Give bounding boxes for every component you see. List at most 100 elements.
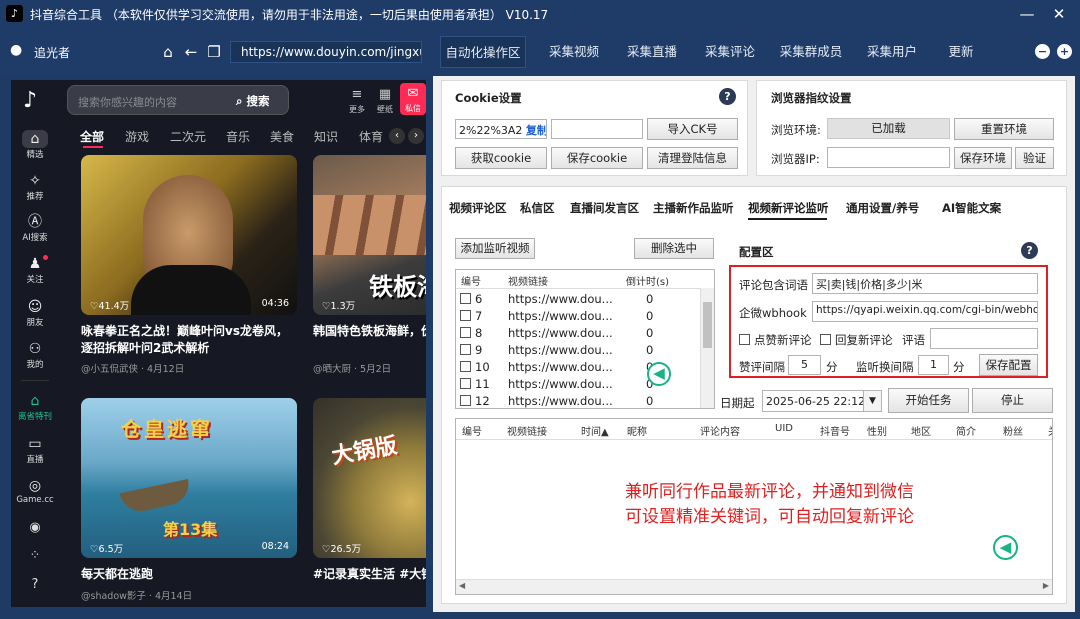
video-card[interactable]: ♡41.4万 04:36 咏春拳正名之战！巅峰叶问vs龙卷风，逐招拆解叶问2武术… xyxy=(81,155,297,380)
rail-item-follow[interactable]: ♟ 关注 xyxy=(13,255,57,285)
subtab-private-message[interactable]: 私信区 xyxy=(520,200,555,216)
plus-icon[interactable]: + xyxy=(1057,44,1072,59)
table-row[interactable]: 8 https://www.dou... 0 xyxy=(460,326,700,340)
column-header[interactable]: 粉丝 xyxy=(1003,423,1023,438)
like-new-checkbox[interactable]: 点赞新评论 xyxy=(739,332,812,348)
horizontal-scrollbar[interactable]: ◀ ▶ xyxy=(456,579,1052,594)
column-header[interactable]: 抖音号 xyxy=(820,423,850,438)
tab-automation[interactable]: 自动化操作区 xyxy=(440,36,526,68)
save-config-button[interactable]: 保存配置 xyxy=(979,354,1038,376)
reset-env-button[interactable]: 重置环境 xyxy=(954,118,1054,140)
douyin-search-box[interactable]: 搜索你感兴趣的内容 ⌕ 搜索 xyxy=(67,85,289,115)
tab-collect-comments[interactable]: 采集评论 xyxy=(696,36,764,68)
message-button[interactable]: ✉ 私信 xyxy=(400,83,426,115)
scroll-left-icon[interactable]: ◀ xyxy=(459,581,465,590)
verify-button[interactable]: 验证 xyxy=(1015,147,1054,169)
config-help-icon[interactable]: ? xyxy=(1021,242,1038,259)
table-row[interactable]: 6 https://www.dou... 0 xyxy=(460,292,700,306)
checkbox[interactable] xyxy=(739,334,750,345)
row-checkbox[interactable] xyxy=(460,327,471,338)
category-sports[interactable]: 体育 xyxy=(359,128,383,145)
delete-selected-button[interactable]: 删除选中 xyxy=(634,238,714,259)
webhook-field[interactable]: https://qyapi.weixin.qq.com/cgi-bin/webh… xyxy=(812,301,1038,322)
minus-icon[interactable]: − xyxy=(1035,44,1050,59)
tab-update[interactable]: 更新 xyxy=(938,36,984,68)
subtab-ai-copywriting[interactable]: AI智能文案 xyxy=(942,200,1001,216)
rail-item-mine[interactable]: ⚇ 我的 xyxy=(13,340,57,370)
video-card[interactable]: 大锅版 ♡26.5万 #记录真实生活 #大锅饭就是香 xyxy=(313,398,426,607)
column-header[interactable]: 简介 xyxy=(956,423,976,438)
ip-field[interactable] xyxy=(827,147,950,168)
rail-item-friends[interactable]: ☺ 朋友 xyxy=(13,298,57,328)
category-knowledge[interactable]: 知识 xyxy=(314,128,338,145)
back-icon[interactable]: ← xyxy=(181,42,201,62)
url-field[interactable]: https://www.douyin.com/jingxuan xyxy=(230,41,422,63)
clear-login-button[interactable]: 清理登陆信息 xyxy=(647,147,738,169)
video-card[interactable]: 仓皇逃窜 第13集 ♡6.5万 08:24 每天都在逃跑 @shadow影子 ·… xyxy=(81,398,297,607)
rail-item-featured[interactable]: ⌂ 精选 xyxy=(13,130,57,160)
column-header[interactable]: 编号 xyxy=(462,423,482,438)
column-header[interactable]: 时间▲ xyxy=(581,423,609,438)
settings-icon[interactable]: ◉ xyxy=(13,520,57,535)
home-icon[interactable]: ⌂ xyxy=(158,42,178,62)
more-button[interactable]: ≡ 更多 xyxy=(344,86,370,115)
save-env-button[interactable]: 保存环境 xyxy=(954,147,1012,169)
search-button[interactable]: ⌕ 搜索 xyxy=(236,93,269,109)
scroll-right-icon[interactable]: ▶ xyxy=(1043,581,1049,590)
subtab-live-chat[interactable]: 直播间发言区 xyxy=(570,200,639,216)
douyin-logo-icon[interactable]: ♪ xyxy=(23,88,37,113)
tab-collect-video[interactable]: 采集视频 xyxy=(540,36,608,68)
get-cookie-button[interactable]: 获取cookie xyxy=(455,147,547,169)
table-row[interactable]: 12 https://www.dou... 0 xyxy=(460,394,700,408)
add-monitor-button[interactable]: 添加监听视频 xyxy=(455,238,535,259)
subtab-video-comments[interactable]: 视频评论区 xyxy=(449,200,507,216)
copy-link[interactable]: 复制 xyxy=(526,124,546,137)
table-row[interactable]: 9 https://www.dou... 0 xyxy=(460,343,700,357)
apps-icon[interactable]: ⁘ xyxy=(13,548,57,563)
column-header[interactable]: 视频链接 xyxy=(507,423,547,438)
wallpaper-button[interactable]: ▦ 壁纸 xyxy=(372,86,398,115)
rail-item-live[interactable]: ▭ 直播 xyxy=(13,435,57,465)
date-picker[interactable]: 2025-06-25 22:12 ▼ xyxy=(762,390,882,412)
row-checkbox[interactable] xyxy=(460,310,471,321)
cookie-field[interactable]: 2%22%3A2 复制 xyxy=(455,119,547,139)
video-card[interactable]: 铁板海 ♡1.3万 韩国特色铁板海鲜，价满了荷包 @晒大厨 · 5月2日 xyxy=(313,155,426,380)
tab-collect-live[interactable]: 采集直播 xyxy=(618,36,686,68)
subtab-anchor-new-works[interactable]: 主播新作品监听 xyxy=(653,200,734,216)
keywords-field[interactable]: 买|卖|钱|价格|多少|米 xyxy=(812,273,1038,294)
rail-item-ai-search[interactable]: Ⓐ AI搜索 xyxy=(13,213,57,243)
scrollbar-thumb[interactable] xyxy=(703,302,712,348)
scrollbar[interactable] xyxy=(700,288,714,408)
column-header[interactable]: UID xyxy=(775,423,793,434)
category-food[interactable]: 美食 xyxy=(270,128,294,145)
row-checkbox[interactable] xyxy=(460,378,471,389)
close-button[interactable]: ✕ xyxy=(1046,3,1072,25)
like-interval-field[interactable]: 5 xyxy=(788,355,821,375)
category-all[interactable]: 全部 xyxy=(80,128,104,145)
subtab-new-comment-monitor[interactable]: 视频新评论监听 xyxy=(748,200,829,216)
column-header[interactable]: 昵称 xyxy=(627,423,647,438)
start-task-button[interactable]: 开始任务 xyxy=(888,388,969,413)
tab-collect-users[interactable]: 采集用户 xyxy=(858,36,926,68)
subtab-general-settings[interactable]: 通用设置/养号 xyxy=(846,200,919,216)
help-icon[interactable]: ? xyxy=(13,577,57,592)
stop-button[interactable]: 停止 xyxy=(972,388,1053,413)
tab-collect-group[interactable]: 采集群成员 xyxy=(772,36,850,68)
cookie-extra-field[interactable] xyxy=(551,119,643,139)
listen-interval-field[interactable]: 1 xyxy=(918,355,949,375)
dropdown-icon[interactable]: ▼ xyxy=(863,391,881,411)
minimize-button[interactable]: — xyxy=(1014,3,1040,25)
import-ck-button[interactable]: 导入CK号 xyxy=(647,118,738,140)
rail-item-game[interactable]: ◎ Game.cc xyxy=(13,477,57,505)
rail-item-special[interactable]: ⌂ 离省特刊 xyxy=(13,392,57,422)
reply-new-checkbox[interactable]: 回复新评论 xyxy=(820,332,893,348)
table-row[interactable]: 7 https://www.dou... 0 xyxy=(460,309,700,323)
category-music[interactable]: 音乐 xyxy=(226,128,250,145)
column-header[interactable]: 关 xyxy=(1048,423,1052,438)
reply-field[interactable] xyxy=(930,328,1038,349)
category-prev-icon[interactable]: ‹ xyxy=(389,128,405,144)
save-cookie-button[interactable]: 保存cookie xyxy=(551,147,643,169)
row-checkbox[interactable] xyxy=(460,361,471,372)
checkbox[interactable] xyxy=(820,334,831,345)
column-header[interactable]: 评论内容 xyxy=(700,423,740,438)
